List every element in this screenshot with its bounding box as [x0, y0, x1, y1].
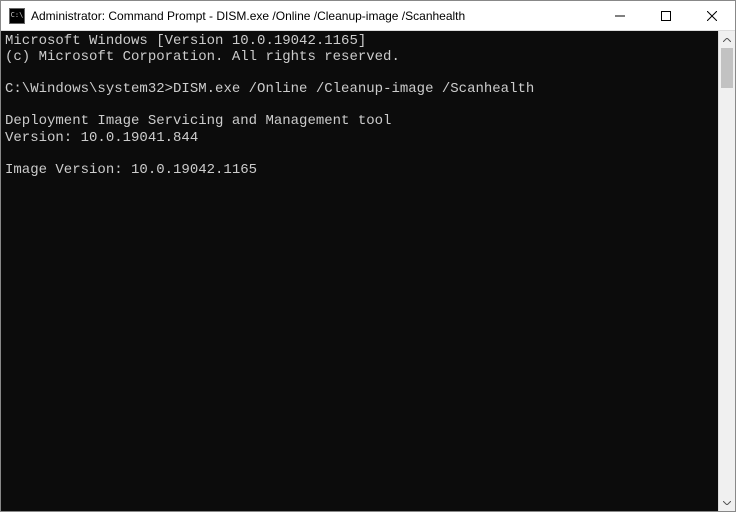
prompt-path: C:\Windows\system32> [5, 81, 173, 97]
output-line: Microsoft Windows [Version 10.0.19042.11… [5, 33, 366, 49]
prompt-line: C:\Windows\system32>DISM.exe /Online /Cl… [5, 81, 534, 97]
scrollbar-track[interactable] [719, 48, 735, 494]
minimize-button[interactable] [597, 1, 643, 30]
output-line: Image Version: 10.0.19042.1165 [5, 162, 257, 178]
close-button[interactable] [689, 1, 735, 30]
client-area: Microsoft Windows [Version 10.0.19042.11… [1, 31, 735, 511]
scroll-down-button[interactable] [719, 494, 735, 511]
output-line: Version: 10.0.19041.844 [5, 130, 198, 146]
output-line: Deployment Image Servicing and Managemen… [5, 113, 391, 129]
terminal-output[interactable]: Microsoft Windows [Version 10.0.19042.11… [1, 31, 718, 511]
app-icon: C:\ [9, 8, 25, 24]
command-prompt-window: C:\ Administrator: Command Prompt - DISM… [0, 0, 736, 512]
chevron-up-icon [723, 38, 731, 42]
scrollbar-thumb[interactable] [721, 48, 733, 88]
app-icon-label: C:\ [11, 12, 24, 19]
minimize-icon [615, 11, 625, 21]
scroll-up-button[interactable] [719, 31, 735, 48]
window-title: Administrator: Command Prompt - DISM.exe… [31, 9, 597, 23]
close-icon [707, 11, 717, 21]
prompt-command: DISM.exe /Online /Cleanup-image /Scanhea… [173, 81, 534, 97]
titlebar[interactable]: C:\ Administrator: Command Prompt - DISM… [1, 1, 735, 31]
maximize-icon [661, 11, 671, 21]
output-line: (c) Microsoft Corporation. All rights re… [5, 49, 400, 65]
chevron-down-icon [723, 501, 731, 505]
window-controls [597, 1, 735, 30]
maximize-button[interactable] [643, 1, 689, 30]
vertical-scrollbar[interactable] [718, 31, 735, 511]
